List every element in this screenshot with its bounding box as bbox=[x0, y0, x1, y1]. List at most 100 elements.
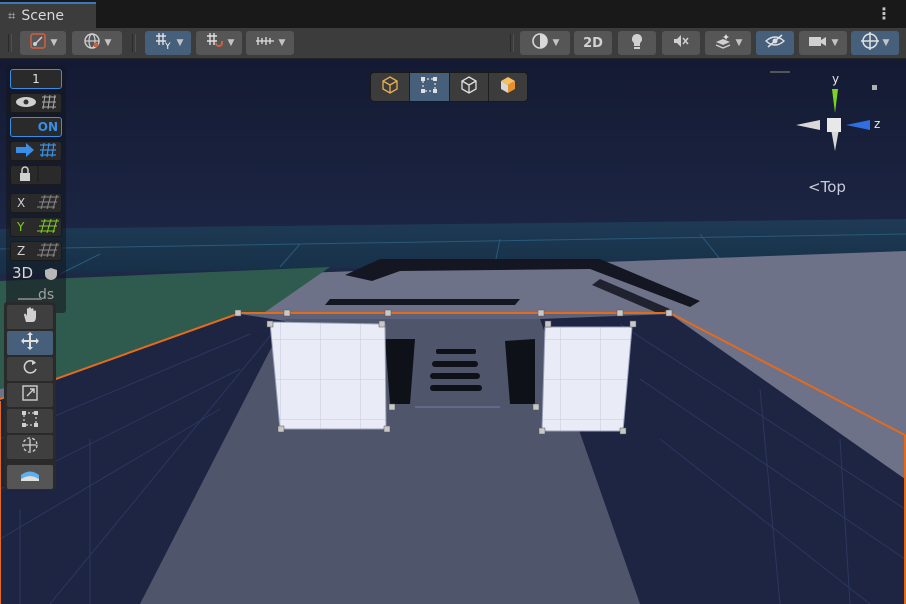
axis-z-label: Z bbox=[17, 244, 26, 258]
scene-toolbar: ▼ ▼ Y ▼ ▼ ▼ ▼ 2D ▼ ▼ ▼ bbox=[0, 28, 906, 59]
axis-x-label: X bbox=[17, 196, 26, 210]
effects-layers-icon bbox=[714, 33, 732, 53]
axis-grid-icon bbox=[37, 218, 59, 236]
grid-visibility-button[interactable]: Y ▼ bbox=[145, 31, 191, 55]
axis-y-toggle[interactable]: Y bbox=[10, 217, 62, 237]
layer-number-field[interactable]: 1 bbox=[10, 69, 62, 89]
right-door-panel bbox=[541, 326, 633, 432]
overlay-cut-label: ds bbox=[38, 287, 55, 303]
left-door-panel bbox=[269, 321, 387, 430]
gizmo-mini-cube bbox=[872, 85, 877, 90]
scale-tool-button[interactable] bbox=[7, 383, 53, 407]
chevron-down-icon: ▼ bbox=[227, 38, 235, 48]
camera-icon bbox=[808, 34, 828, 52]
arrow-right-grid-icon bbox=[14, 142, 58, 161]
toolbar-separator bbox=[8, 34, 12, 52]
push-grid-toggle[interactable] bbox=[10, 141, 62, 161]
chevron-down-icon: ▼ bbox=[50, 38, 58, 48]
grid-y-icon: Y bbox=[153, 32, 173, 54]
eye-icon bbox=[14, 94, 58, 113]
view-mode-selector bbox=[370, 72, 528, 102]
ruler-icon bbox=[255, 34, 275, 52]
cube-solid-icon bbox=[499, 76, 517, 98]
globe-icon bbox=[83, 32, 101, 54]
wire-cube-button[interactable] bbox=[450, 73, 489, 101]
snap-toggle[interactable]: ON bbox=[10, 117, 62, 137]
axis-x-toggle[interactable]: X bbox=[10, 193, 62, 213]
gizmo-drag-handle[interactable] bbox=[770, 71, 790, 73]
axis-grid-icon bbox=[37, 194, 59, 212]
axis-y-label: Y bbox=[17, 220, 25, 234]
draw-mode-button[interactable]: ▼ bbox=[520, 31, 570, 55]
visibility-grid-toggle[interactable] bbox=[10, 93, 62, 113]
chevron-down-icon: ▼ bbox=[831, 38, 839, 48]
tool-handle-position-button[interactable]: ▼ bbox=[20, 31, 66, 55]
scale-icon bbox=[21, 384, 39, 406]
tab-menu-kebab-icon[interactable]: ⋮ bbox=[876, 4, 892, 23]
shield-icon bbox=[44, 266, 58, 285]
transform-icon bbox=[21, 436, 39, 458]
mode-3d-label[interactable]: 3D bbox=[12, 264, 33, 282]
tools-drag-handle[interactable] bbox=[18, 298, 42, 300]
gizmo-y-cone[interactable] bbox=[832, 89, 838, 113]
increment-snapping-button[interactable]: ▼ bbox=[246, 31, 294, 55]
transform-tool-button[interactable] bbox=[7, 435, 53, 459]
gizmo-x-cone[interactable] bbox=[796, 120, 820, 130]
move-tool-button[interactable] bbox=[7, 331, 53, 355]
lighting-toggle-button[interactable] bbox=[618, 31, 656, 55]
grid-snap-icon bbox=[204, 32, 224, 54]
rotate-tool-button[interactable] bbox=[7, 357, 53, 381]
hand-tool-button[interactable] bbox=[7, 305, 53, 329]
chevron-down-icon: ▼ bbox=[176, 38, 184, 48]
scene-visibility-button[interactable] bbox=[756, 31, 794, 55]
chevron-down-icon: ▼ bbox=[735, 38, 743, 48]
axis-z-toggle[interactable]: Z bbox=[10, 241, 62, 261]
far-shadow-bar bbox=[325, 299, 520, 305]
svg-text:Y: Y bbox=[164, 42, 171, 50]
hand-icon bbox=[21, 306, 39, 328]
tab-scene[interactable]: ⌗ Scene bbox=[0, 2, 96, 28]
scene-camera-button[interactable]: ▼ bbox=[799, 31, 847, 55]
rect-tool-button[interactable] bbox=[7, 409, 53, 433]
axis-grid-icon bbox=[37, 242, 59, 260]
chevron-left-icon: < bbox=[808, 178, 821, 196]
probuilder-icon bbox=[20, 468, 40, 486]
gizmo-y-label: y bbox=[832, 72, 840, 86]
scene-render bbox=[0, 59, 906, 604]
lock-toggle[interactable] bbox=[10, 165, 62, 185]
lock-icon bbox=[14, 165, 58, 185]
pivot-icon bbox=[29, 32, 47, 54]
scene-viewport[interactable]: 1 ON X Y Z 3D ds y z <Top bbox=[0, 59, 906, 604]
shading-sphere-icon bbox=[531, 32, 549, 54]
toolbar-separator bbox=[132, 34, 136, 52]
rect-transform-icon bbox=[21, 410, 39, 432]
rect-select-icon bbox=[420, 76, 438, 98]
gizmo-center-cube[interactable] bbox=[827, 118, 841, 132]
audio-toggle-button[interactable] bbox=[662, 31, 700, 55]
gizmo-target-icon bbox=[860, 32, 879, 54]
tool-handle-rotation-button[interactable]: ▼ bbox=[72, 31, 122, 55]
gizmos-button[interactable]: ▼ bbox=[851, 31, 899, 55]
move-arrows-icon bbox=[20, 331, 40, 355]
custom-tool-button[interactable] bbox=[7, 465, 53, 489]
scene-grid-icon: ⌗ bbox=[8, 8, 16, 24]
view-orientation-label[interactable]: <Top bbox=[808, 178, 846, 196]
chevron-down-icon: ▼ bbox=[882, 38, 890, 48]
chevron-down-icon: ▼ bbox=[104, 38, 112, 48]
rect-view-button[interactable] bbox=[410, 73, 450, 101]
solid-cube-button[interactable] bbox=[489, 73, 527, 101]
rotate-icon bbox=[21, 358, 39, 380]
toggle-2d-button[interactable]: 2D bbox=[574, 31, 612, 55]
cube-wire-icon bbox=[460, 76, 478, 98]
gizmo-neg-y-cone[interactable] bbox=[831, 129, 839, 151]
cube-outline-icon bbox=[381, 76, 399, 98]
tools-overlay bbox=[4, 298, 56, 490]
chevron-down-icon: ▼ bbox=[552, 38, 560, 48]
shaded-view-button[interactable] bbox=[371, 73, 411, 101]
lightbulb-icon bbox=[629, 32, 645, 54]
grid-snapping-button[interactable]: ▼ bbox=[196, 31, 242, 55]
gizmo-z-label: z bbox=[874, 117, 881, 131]
gizmo-z-cone[interactable] bbox=[846, 120, 870, 130]
effects-toggle-button[interactable]: ▼ bbox=[705, 31, 751, 55]
eye-hidden-icon bbox=[764, 34, 786, 52]
